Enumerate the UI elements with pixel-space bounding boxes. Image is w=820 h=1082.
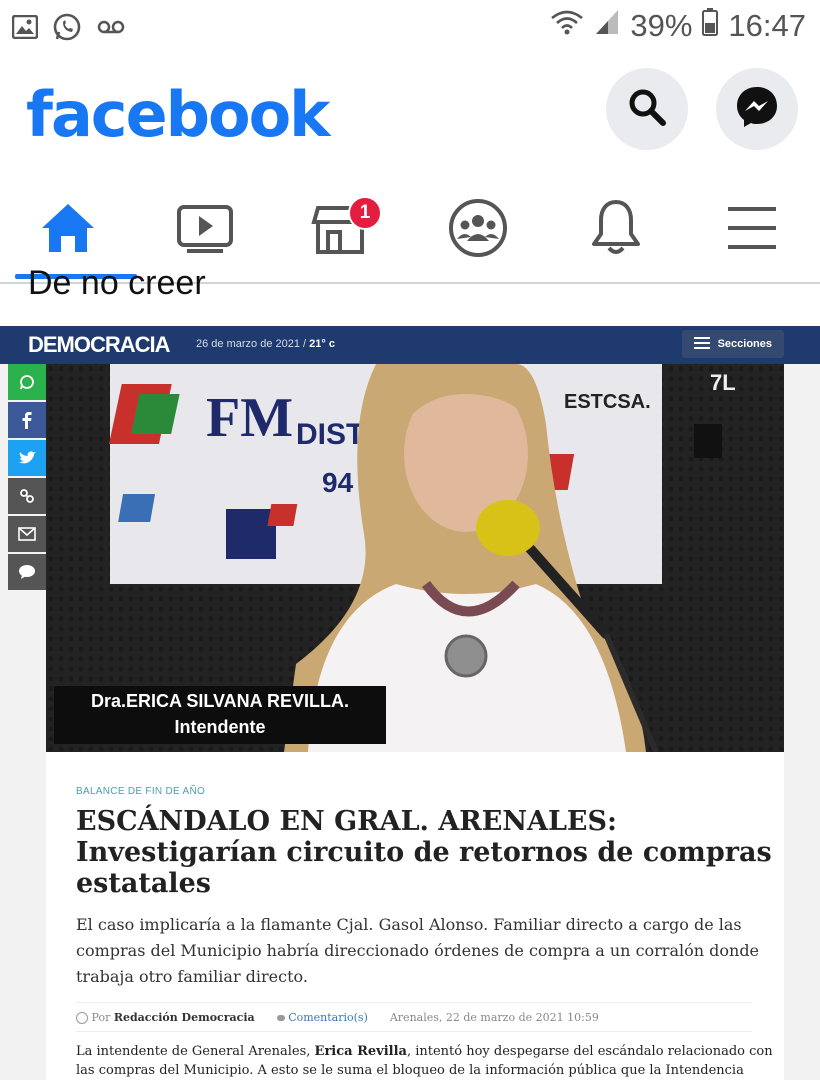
photo-caption: Dra.ERICA SILVANA REVILLA. Intendente <box>54 686 386 744</box>
twitter-share-icon[interactable] <box>8 440 46 476</box>
tab-marketplace[interactable]: 1 <box>280 182 400 278</box>
signal-icon <box>594 8 620 44</box>
comment-icon <box>276 1014 285 1021</box>
body-text-start: La intendente de General Arenales, <box>76 1044 315 1059</box>
hamburger-menu-icon <box>726 205 778 256</box>
whatsapp-icon <box>52 12 82 47</box>
whatsapp-share-icon[interactable] <box>8 364 46 400</box>
comments-link[interactable]: Comentario(s) <box>276 1010 368 1024</box>
messenger-icon <box>734 84 780 135</box>
user-icon <box>76 1011 88 1024</box>
news-site-date: 26 de marzo de 2021 / 21° c <box>196 338 335 350</box>
clock: 16:47 <box>728 8 806 43</box>
article-dateline: Arenales, 22 de marzo de 2021 10:59 <box>389 1010 599 1024</box>
messenger-button[interactable] <box>716 68 798 150</box>
sections-label: Secciones <box>717 338 772 350</box>
status-bar: 39% 16:47 <box>0 0 820 56</box>
comments-label: Comentario(s) <box>288 1010 368 1024</box>
battery-icon <box>702 8 719 44</box>
facebook-share-icon[interactable] <box>8 402 46 438</box>
email-share-icon[interactable] <box>8 516 46 552</box>
tab-notifications[interactable] <box>556 182 676 278</box>
news-site-header: DEMOCRACIA 26 de marzo de 2021 / 21° c S… <box>0 326 820 364</box>
banner-fm-text: FM <box>206 387 293 449</box>
comment-share-icon[interactable] <box>8 554 46 590</box>
article-photo: FM DISTRI 94 ESTCSA. 7L Dra.ERICA SILVAN… <box>46 364 784 752</box>
battery-percent: 39% <box>630 8 693 43</box>
wifi-icon <box>550 8 584 44</box>
facebook-nav: 1 <box>0 182 820 284</box>
search-button[interactable] <box>606 68 688 150</box>
bell-icon <box>589 198 643 263</box>
search-icon <box>625 85 669 134</box>
groups-icon <box>447 197 509 264</box>
link-share-icon[interactable] <box>8 478 46 514</box>
home-icon <box>38 200 98 261</box>
caption-name: Dra.ERICA SILVANA REVILLA. <box>90 691 350 711</box>
tab-groups[interactable] <box>418 182 538 278</box>
author-line: Por Redacción Democracia <box>76 1011 255 1024</box>
by-prefix: Por <box>91 1010 111 1024</box>
facebook-header: facebook <box>0 58 820 168</box>
banner-frequency-text: 94 <box>322 467 354 498</box>
banner-channel-logo: 7L <box>710 370 736 395</box>
tab-home[interactable] <box>8 182 137 279</box>
shared-image[interactable]: DEMOCRACIA 26 de marzo de 2021 / 21° c S… <box>0 326 820 1082</box>
share-bar <box>8 364 46 592</box>
post-text: De no creer <box>28 270 206 302</box>
article-headline[interactable]: ESCÁNDALO EN GRAL. ARENALES: Investigarí… <box>76 806 776 899</box>
tab-menu[interactable] <box>692 182 812 278</box>
article-card: BALANCE DE FIN DE AÑO ESCÁNDALO EN GRAL.… <box>46 752 784 1082</box>
caption-role: Intendente <box>174 717 266 737</box>
article-author[interactable]: Redacción Democracia <box>114 1011 255 1024</box>
video-icon <box>175 201 235 260</box>
article-meta: Por Redacción Democracia Comentario(s) A… <box>76 1002 752 1032</box>
article-lede: El caso implicaría a la flamante Cjal. G… <box>76 915 760 986</box>
facebook-logo[interactable]: facebook <box>26 78 330 151</box>
hamburger-icon <box>693 336 710 352</box>
article-body: La intendente de General Arenales, Erica… <box>76 1042 776 1080</box>
sections-button[interactable]: Secciones <box>681 330 784 358</box>
voicemail-icon <box>96 17 126 42</box>
body-text-bold: Erica Revilla <box>314 1044 407 1059</box>
image-icon <box>11 14 39 44</box>
tab-watch[interactable] <box>145 182 265 278</box>
notification-badge: 1 <box>348 196 382 230</box>
banner-estcsa-text: ESTCSA. <box>564 391 651 413</box>
news-site-logo: DEMOCRACIA <box>28 332 171 357</box>
article-kicker[interactable]: BALANCE DE FIN DE AÑO <box>76 786 205 797</box>
